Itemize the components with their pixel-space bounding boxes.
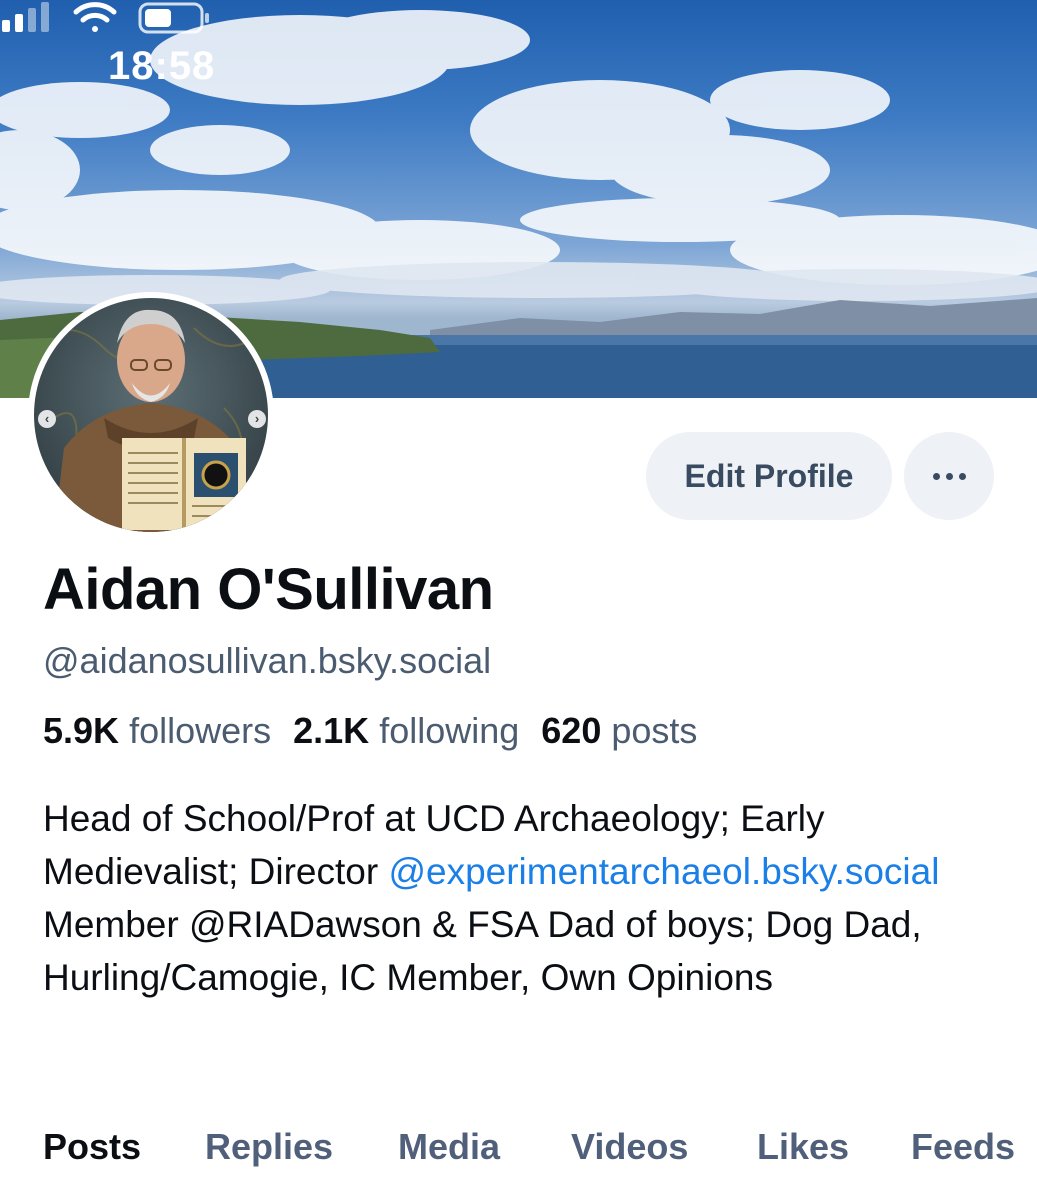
avatar-prev-arrow-icon[interactable]: ‹ <box>38 410 56 428</box>
avatar-image <box>34 298 268 532</box>
bio-text: Member @RIADawson & FSA Dad of boys; Dog… <box>43 904 922 998</box>
battery-icon <box>138 2 209 34</box>
posts-stat: 620 posts <box>541 710 697 751</box>
followers-link[interactable]: 5.9K followers <box>43 710 271 751</box>
ellipsis-icon <box>932 472 940 480</box>
posts-label: posts <box>611 710 698 751</box>
profile-tabs: Posts Replies Media Videos Likes Feeds <box>0 1120 1037 1190</box>
bio-mention-link[interactable]: @experimentarchaeol.bsky.social <box>388 851 939 892</box>
following-label: following <box>379 710 520 751</box>
following-link[interactable]: 2.1K following <box>293 710 519 751</box>
avatar[interactable]: ‹ › <box>28 292 274 538</box>
tab-feeds[interactable]: Feeds <box>911 1126 1015 1168</box>
ellipsis-icon <box>958 472 966 480</box>
tab-likes[interactable]: Likes <box>757 1126 849 1168</box>
more-options-button[interactable] <box>904 432 994 520</box>
profile-stats: 5.9K followers 2.1K following 620 posts <box>43 710 697 752</box>
tab-videos[interactable]: Videos <box>571 1126 688 1168</box>
followers-label: followers <box>129 710 272 751</box>
wifi-icon <box>73 2 117 32</box>
following-count: 2.1K <box>293 710 370 751</box>
status-time: 18:58 <box>108 44 216 88</box>
tab-posts[interactable]: Posts <box>43 1126 141 1168</box>
edit-profile-button[interactable]: Edit Profile <box>646 432 892 520</box>
followers-count: 5.9K <box>43 710 120 751</box>
tab-replies[interactable]: Replies <box>205 1126 333 1168</box>
profile-handle: @aidanosullivan.bsky.social <box>43 640 492 681</box>
profile-bio: Head of School/Prof at UCD Archaeology; … <box>43 792 1003 1004</box>
status-icons <box>2 2 209 34</box>
display-name: Aidan O'Sullivan <box>43 557 494 622</box>
ellipsis-icon <box>945 472 953 480</box>
posts-count: 620 <box>541 710 602 751</box>
tab-media[interactable]: Media <box>398 1126 500 1168</box>
avatar-next-arrow-icon[interactable]: › <box>248 410 266 428</box>
signal-icon <box>2 2 49 32</box>
